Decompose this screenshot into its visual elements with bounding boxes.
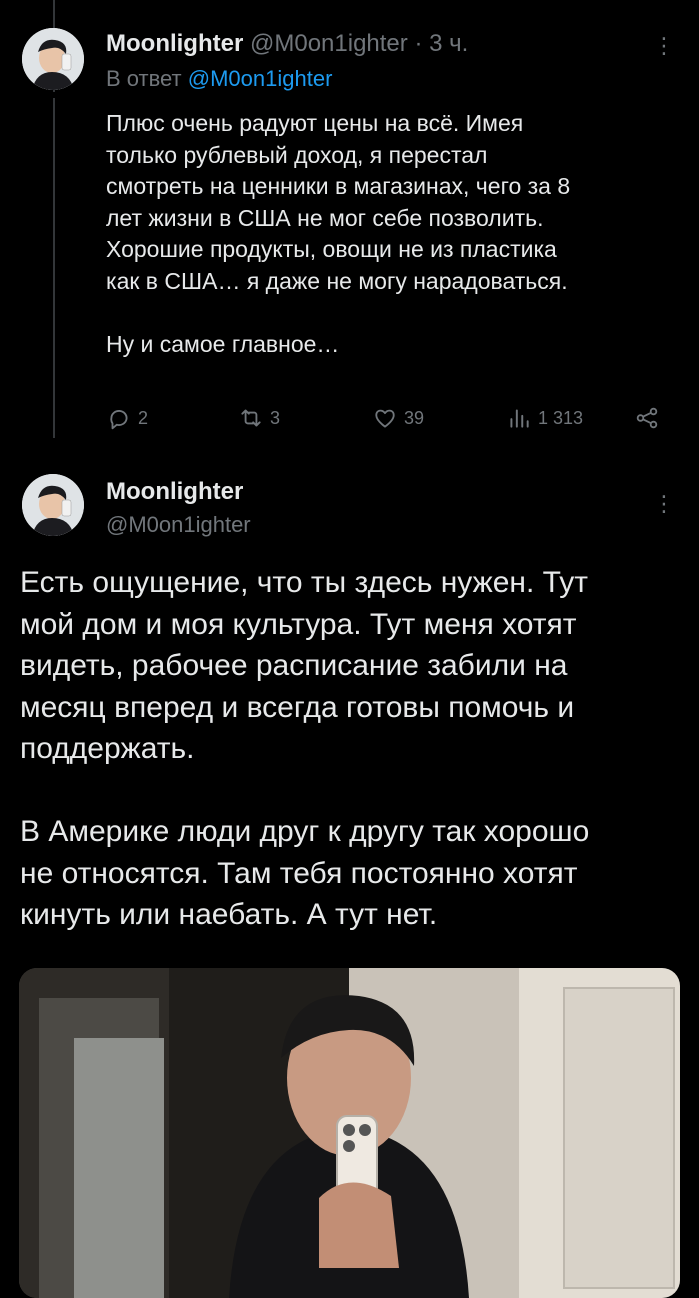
reply-button[interactable]: 2 [106, 405, 148, 431]
views-count: 1 313 [538, 407, 584, 428]
like-count: 39 [404, 407, 425, 428]
thread-connector [53, 98, 55, 438]
header-separator: · [414, 30, 423, 57]
like-button[interactable]: 39 [372, 405, 424, 431]
author-handle[interactable]: @M0on1ighter [106, 512, 251, 538]
tweet-photo[interactable] [19, 968, 680, 1298]
share-icon [636, 407, 658, 429]
views-chart-icon [510, 409, 529, 428]
reply-prefix: В ответ [106, 66, 182, 91]
author-name[interactable]: Moonlighter [106, 478, 243, 506]
reply-to-link[interactable]: @M0on1ighter [188, 66, 333, 91]
author-handle[interactable]: @M0on1ighter [250, 30, 408, 57]
more-vertical-icon[interactable]: ⋮ [652, 34, 676, 58]
reply-context: В ответ @M0on1ighter [106, 66, 332, 92]
tweet-time[interactable]: 3 ч. [429, 30, 468, 57]
author-name[interactable]: Moonlighter [106, 30, 243, 57]
retweet-count: 3 [270, 407, 281, 428]
retweet-button[interactable]: 3 [238, 405, 280, 431]
reply-icon [110, 410, 128, 430]
views-button[interactable]: 1 313 [506, 405, 583, 431]
tweet-header: Moonlighter @M0on1ighter · 3 ч. [106, 30, 468, 58]
tweet-actions: 2 3 39 1 313 [106, 405, 666, 437]
tweet-text: Плюс очень радуют цены на всё. Имея толь… [106, 110, 571, 357]
avatar[interactable] [22, 474, 84, 536]
reply-count: 2 [138, 407, 149, 428]
avatar[interactable] [22, 28, 84, 90]
retweet-icon [241, 409, 261, 427]
tweet-text: Есть ощущение, что ты здесь нужен. Тут м… [20, 566, 590, 931]
heart-icon [375, 409, 395, 428]
share-button[interactable] [634, 405, 660, 431]
more-vertical-icon[interactable]: ⋮ [652, 492, 676, 516]
